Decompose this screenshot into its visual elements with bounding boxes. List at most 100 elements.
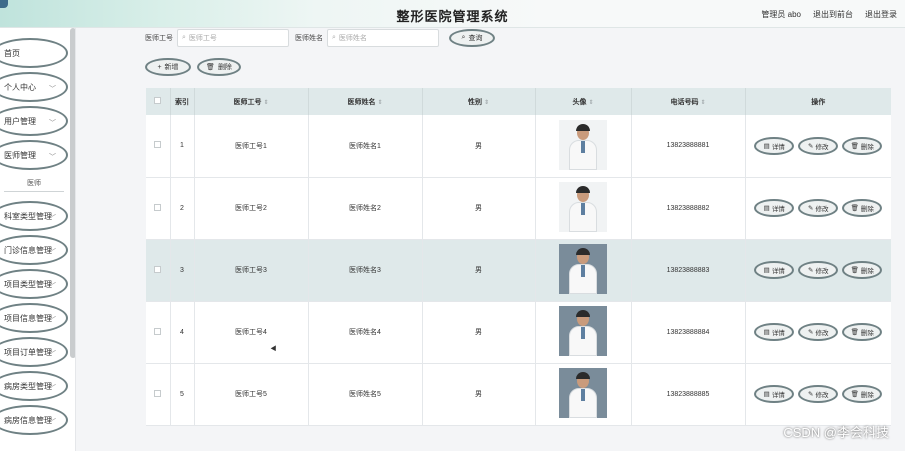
- search-icon: ⌕: [461, 34, 466, 41]
- phone-cell: 13823888883: [631, 239, 746, 302]
- row-checkbox[interactable]: [154, 265, 162, 273]
- detail-button[interactable]: ▤ 详情: [754, 323, 795, 341]
- detail-button[interactable]: ▤ 详情: [754, 199, 795, 217]
- doctor-name-label: 医师姓名: [295, 35, 323, 42]
- table-row[interactable]: 4 医师工号4 医师姓名4 男 13823888884 ▤ 详情 ✎ 修改 🗑 删除: [146, 301, 891, 364]
- sidebar-item-project-info[interactable]: 项目信息管理 ﹀: [0, 303, 68, 333]
- gender-cell: 男: [422, 363, 536, 426]
- actions-cell: ▤ 详情 ✎ 修改 🗑 删除: [745, 115, 891, 178]
- sort-icon[interactable]: ⇕: [588, 100, 593, 106]
- sort-icon[interactable]: ⇕: [700, 100, 705, 106]
- main-content: 医师工号 ⌕ 医师工号 医师姓名 ⌕ 医师姓名 ⌕ 查询 + 新增 🗑 删除 索…: [77, 28, 905, 451]
- select-all-checkbox[interactable]: [154, 97, 162, 104]
- detail-icon: ▤: [763, 329, 770, 336]
- table-row[interactable]: 3 医师工号3 医师姓名3 男 13823888883 ▤ 详情 ✎ 修改 🗑 删除: [146, 239, 891, 302]
- chevron-down-icon: ﹀: [49, 249, 56, 256]
- sidebar-item-doctors[interactable]: 医师管理 ﹀: [0, 140, 68, 170]
- sidebar-item-project-types[interactable]: 项目类型管理 ﹀: [0, 269, 68, 299]
- avatar-hair: [576, 372, 590, 379]
- sort-icon[interactable]: ⇕: [263, 100, 268, 106]
- doctor-name-cell: 医师姓名4: [308, 301, 423, 364]
- edit-button[interactable]: ✎ 修改: [798, 323, 839, 341]
- edit-button[interactable]: ✎ 修改: [798, 261, 839, 279]
- row-checkbox[interactable]: [154, 203, 162, 211]
- doctor-id-cell: 医师工号2: [194, 177, 309, 240]
- delete-button[interactable]: 🗑 删除: [842, 136, 883, 155]
- sidebar-item-department-types[interactable]: 科室类型管理 ﹀: [0, 201, 68, 231]
- col-doctor-id[interactable]: 医师工号 ⇕: [194, 88, 309, 115]
- table-row[interactable]: 5 医师工号5 医师姓名5 男 13823888885 ▤ 详情 ✎ 修改 🗑 删除: [146, 363, 891, 426]
- search-button-label: 查询: [468, 35, 483, 42]
- row-checkbox[interactable]: [154, 141, 162, 149]
- batch-delete-button[interactable]: 🗑 删除: [197, 58, 241, 76]
- admin-user-link[interactable]: 管理员 abo: [761, 9, 801, 20]
- sort-icon[interactable]: ⇕: [377, 100, 382, 106]
- avatar-tie: [581, 203, 585, 215]
- back-to-front-link[interactable]: 退出到前台: [813, 9, 853, 20]
- sort-icon[interactable]: ⇕: [484, 100, 489, 106]
- actions-cell: ▤ 详情 ✎ 修改 🗑 删除: [745, 363, 891, 426]
- chevron-down-icon: ﹀: [49, 419, 56, 426]
- doctor-id-placeholder: 医师工号: [188, 35, 217, 42]
- avatar-cell: [535, 301, 632, 364]
- trash-icon: 🗑: [206, 64, 215, 71]
- doctor-id-cell: 医师工号5: [194, 363, 309, 426]
- sidebar-item-project-orders[interactable]: 项目订单管理 ﹀: [0, 337, 68, 367]
- chevron-down-icon: ﹀: [49, 86, 56, 93]
- row-select-cell: [146, 363, 171, 426]
- detail-button[interactable]: ▤ 详情: [754, 136, 795, 155]
- top-header: 整形医院管理系统 管理员 abo 退出到前台 退出登录: [0, 0, 905, 28]
- chevron-down-icon: ﹀: [49, 154, 56, 161]
- sidebar-item-home[interactable]: 首页: [0, 38, 68, 68]
- delete-button[interactable]: 🗑 删除: [842, 261, 883, 279]
- row-checkbox[interactable]: [154, 327, 162, 335]
- edit-button[interactable]: ✎ 修改: [798, 385, 839, 403]
- delete-button[interactable]: 🗑 删除: [842, 323, 883, 341]
- delete-button[interactable]: 🗑 删除: [842, 385, 883, 403]
- doctor-name-input[interactable]: ⌕ 医师姓名: [327, 29, 439, 47]
- col-gender[interactable]: 性别 ⇕: [422, 88, 536, 115]
- sidebar-item-clinic-info[interactable]: 门诊信息管理 ﹀: [0, 235, 68, 265]
- avatar-tie: [581, 389, 585, 401]
- avatar-hair: [576, 186, 590, 193]
- edit-icon: ✎: [808, 267, 814, 274]
- avatar-cell: [535, 177, 632, 240]
- row-select-cell: [146, 239, 171, 302]
- detail-button[interactable]: ▤ 详情: [754, 385, 795, 403]
- col-index: 索引: [170, 88, 195, 115]
- add-button[interactable]: + 新增: [145, 58, 191, 76]
- sidebar-item-ward-info[interactable]: 病房信息管理 ﹀: [0, 405, 68, 435]
- search-button[interactable]: ⌕ 查询: [449, 29, 495, 47]
- sidebar-scrollbar[interactable]: [70, 28, 75, 358]
- doctor-name-cell: 医师姓名5: [308, 363, 423, 426]
- delete-button[interactable]: 🗑 删除: [842, 199, 883, 217]
- chevron-down-icon: ﹀: [49, 317, 56, 324]
- row-checkbox[interactable]: [154, 389, 162, 397]
- sidebar-item-label: 项目订单管理: [4, 347, 52, 357]
- doctor-id-input[interactable]: ⌕ 医师工号: [177, 29, 289, 47]
- detail-icon: ▤: [763, 142, 770, 150]
- logout-link[interactable]: 退出登录: [865, 9, 897, 20]
- detail-button[interactable]: ▤ 详情: [754, 261, 795, 279]
- table-row[interactable]: 1 医师工号1 医师姓名1 男 13823888881 ▤ 详情 ✎ 修改 🗑 删除: [146, 115, 891, 178]
- sidebar-item-profile[interactable]: 个人中心 ﹀: [0, 72, 68, 102]
- select-all-cell: [146, 88, 171, 115]
- sidebar-item-label: 病房类型管理: [4, 381, 52, 391]
- edit-button[interactable]: ✎ 修改: [798, 136, 839, 155]
- row-select-cell: [146, 177, 171, 240]
- col-avatar[interactable]: 头像 ⇕: [535, 88, 632, 115]
- sidebar-item-ward-types[interactable]: 病房类型管理 ﹀: [0, 371, 68, 401]
- search-icon: ⌕: [182, 34, 186, 41]
- search-icon: ⌕: [332, 34, 336, 41]
- table-header-row: 索引 医师工号 ⇕ 医师姓名 ⇕ 性别 ⇕ 头像 ⇕ 电话号码 ⇕ 操作: [146, 88, 891, 115]
- watermark: CSDN @李会科技: [783, 425, 889, 440]
- col-phone[interactable]: 电话号码 ⇕: [631, 88, 746, 115]
- sidebar-subitem-doctor[interactable]: 医师: [0, 178, 68, 188]
- doctor-name-cell: 医师姓名1: [308, 115, 423, 178]
- edit-button[interactable]: ✎ 修改: [798, 199, 839, 217]
- sidebar-item-users[interactable]: 用户管理 ﹀: [0, 106, 68, 136]
- trash-icon: 🗑: [850, 329, 859, 336]
- col-doctor-name[interactable]: 医师姓名 ⇕: [308, 88, 423, 115]
- table-row[interactable]: 2 医师工号2 医师姓名2 男 13823888882 ▤ 详情 ✎ 修改 🗑 删除: [146, 177, 891, 240]
- doctor-name-cell: 医师姓名3: [308, 239, 423, 302]
